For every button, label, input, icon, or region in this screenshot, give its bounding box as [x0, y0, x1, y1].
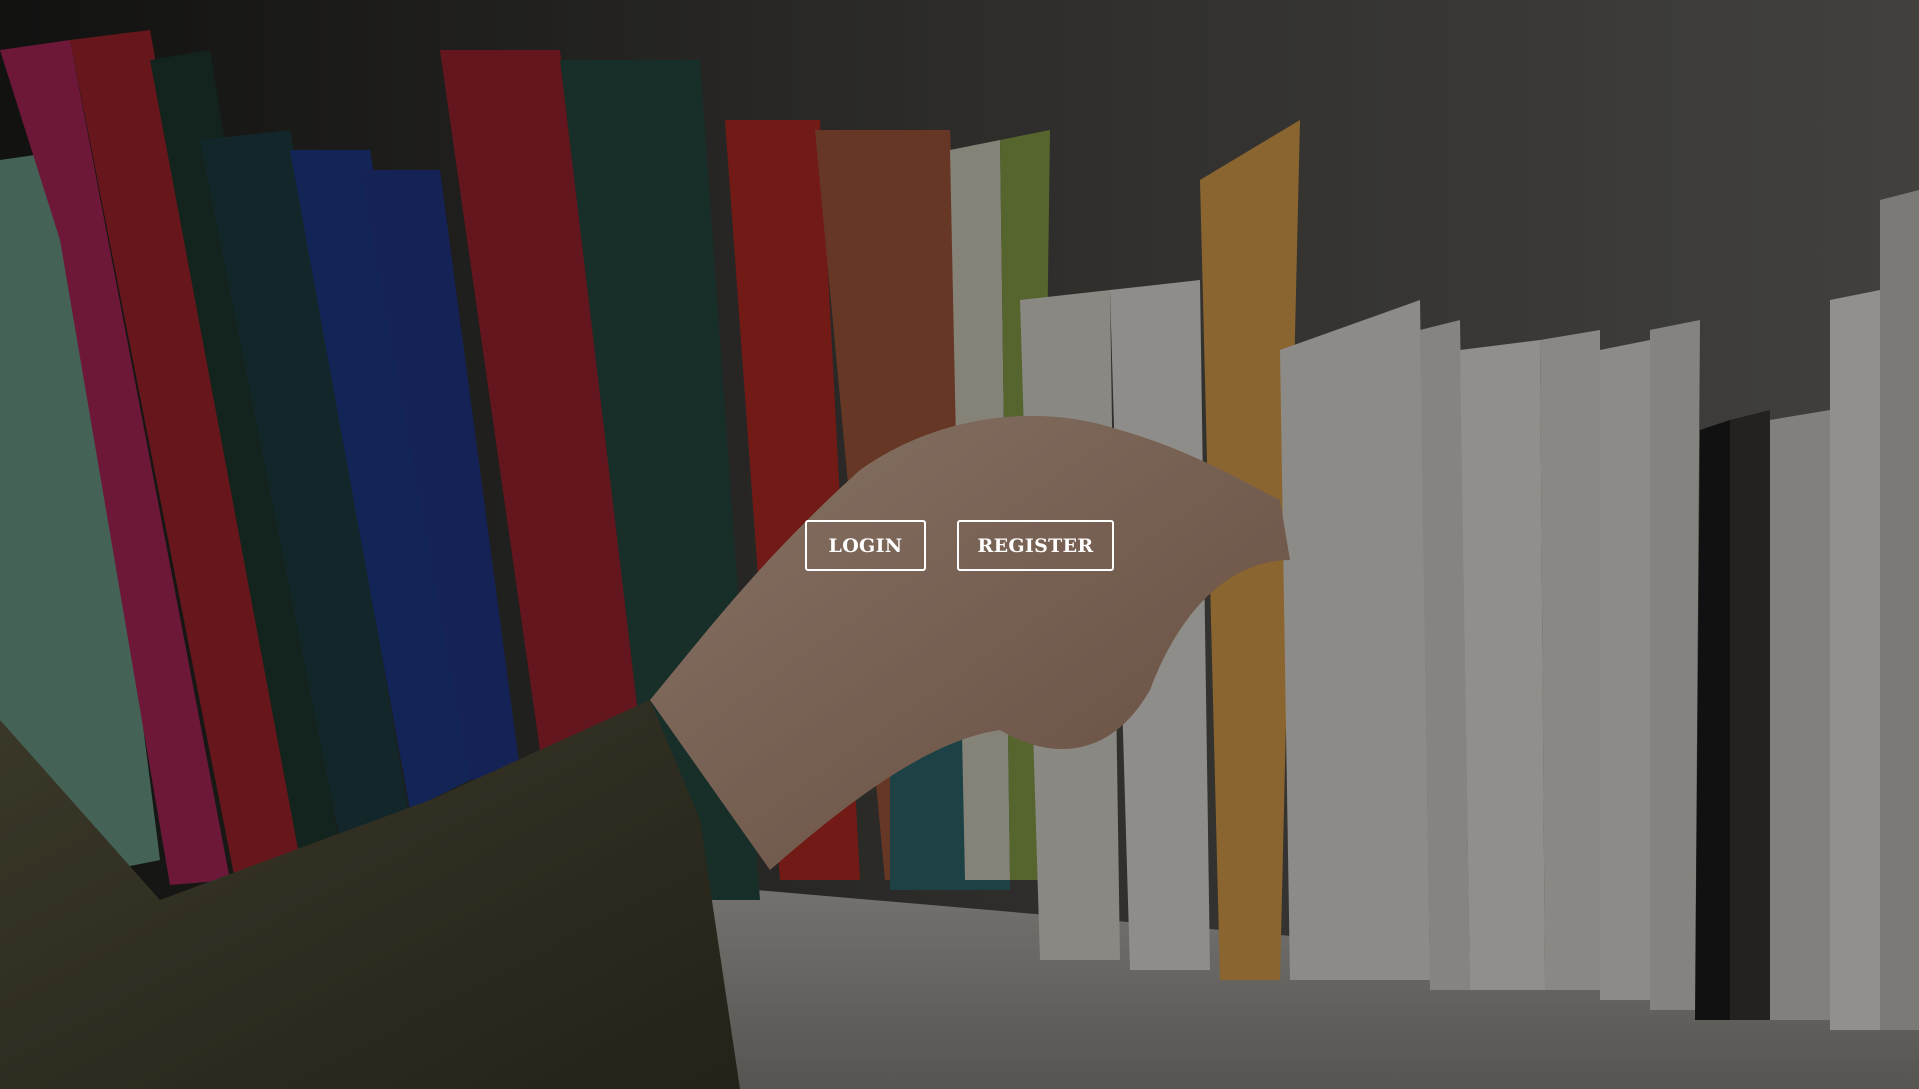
auth-button-group: LOGIN REGISTER — [0, 519, 1919, 572]
register-button[interactable]: REGISTER — [957, 520, 1114, 571]
login-button[interactable]: LOGIN — [805, 520, 926, 571]
landing-page: LOGIN REGISTER — [0, 0, 1919, 1089]
